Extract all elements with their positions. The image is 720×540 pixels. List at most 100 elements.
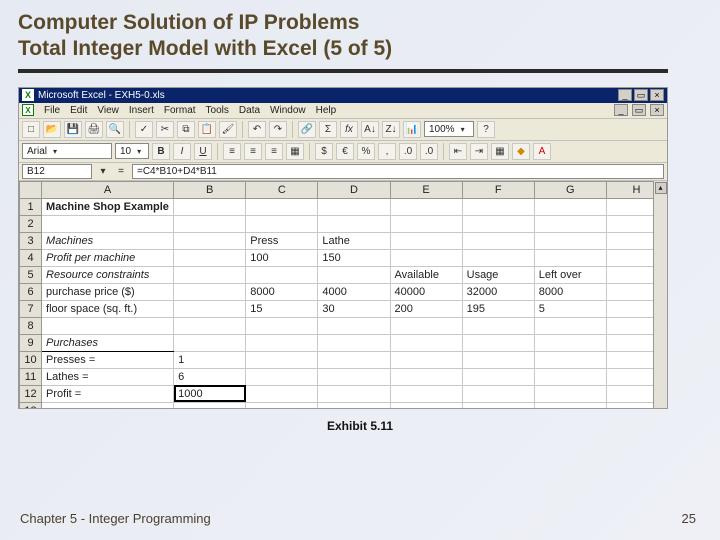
- cell-B8[interactable]: [174, 317, 246, 334]
- cell-F3[interactable]: [462, 232, 534, 249]
- col-header-F[interactable]: F: [462, 181, 534, 198]
- cell-D9[interactable]: [318, 334, 390, 351]
- menu-data[interactable]: Data: [239, 105, 260, 116]
- bold-icon[interactable]: B: [152, 143, 170, 160]
- row-header-13[interactable]: 13: [20, 402, 42, 408]
- row-header-3[interactable]: 3: [20, 232, 42, 249]
- cell-E10[interactable]: [390, 351, 462, 368]
- borders-icon[interactable]: ▦: [491, 143, 509, 160]
- euro-icon[interactable]: €: [336, 143, 354, 160]
- cell-D4[interactable]: 150: [318, 249, 390, 266]
- row-header-5[interactable]: 5: [20, 266, 42, 283]
- open-icon[interactable]: 📂: [43, 121, 61, 138]
- cell-F6[interactable]: 32000: [462, 283, 534, 300]
- cell-F5[interactable]: Usage: [462, 266, 534, 283]
- chart-icon[interactable]: 📊: [403, 121, 421, 138]
- sort-desc-icon[interactable]: Z↓: [382, 121, 400, 138]
- cell-D6[interactable]: 4000: [318, 283, 390, 300]
- row-header-6[interactable]: 6: [20, 283, 42, 300]
- cell-B11[interactable]: 6: [174, 368, 246, 385]
- cell-C8[interactable]: [246, 317, 318, 334]
- currency-icon[interactable]: $: [315, 143, 333, 160]
- cell-A10[interactable]: Presses =: [42, 351, 174, 368]
- row-header-1[interactable]: 1: [20, 198, 42, 215]
- cell-G13[interactable]: [534, 402, 606, 408]
- formula-bar[interactable]: =C4*B10+D4*B11: [132, 164, 664, 179]
- format-painter-icon[interactable]: 🖌: [219, 121, 237, 138]
- cell-C4[interactable]: 100: [246, 249, 318, 266]
- dec-indent-icon[interactable]: ⇤: [449, 143, 467, 160]
- cell-B4[interactable]: [174, 249, 246, 266]
- row-header-2[interactable]: 2: [20, 215, 42, 232]
- menu-file[interactable]: File: [44, 105, 60, 116]
- cell-C11[interactable]: [246, 368, 318, 385]
- cell-D1[interactable]: [318, 198, 390, 215]
- menu-help[interactable]: Help: [316, 105, 337, 116]
- italic-icon[interactable]: I: [173, 143, 191, 160]
- cell-B9[interactable]: [174, 334, 246, 351]
- cell-B1[interactable]: [174, 198, 246, 215]
- col-header-A[interactable]: A: [42, 181, 174, 198]
- cell-D8[interactable]: [318, 317, 390, 334]
- row-header-10[interactable]: 10: [20, 351, 42, 368]
- cell-F1[interactable]: [462, 198, 534, 215]
- cell-G10[interactable]: [534, 351, 606, 368]
- cell-C5[interactable]: [246, 266, 318, 283]
- cell-F12[interactable]: [462, 385, 534, 402]
- cell-A4[interactable]: Profit per machine: [42, 249, 174, 266]
- cell-E11[interactable]: [390, 368, 462, 385]
- col-header-E[interactable]: E: [390, 181, 462, 198]
- paste-icon[interactable]: 📋: [198, 121, 216, 138]
- cell-E9[interactable]: [390, 334, 462, 351]
- cell-B12[interactable]: 1000: [174, 385, 246, 402]
- cell-E4[interactable]: [390, 249, 462, 266]
- doc-restore-button[interactable]: ▭: [632, 104, 646, 116]
- cell-F9[interactable]: [462, 334, 534, 351]
- doc-close-button[interactable]: ×: [650, 104, 664, 116]
- cell-G2[interactable]: [534, 215, 606, 232]
- inc-decimal-icon[interactable]: .0: [399, 143, 417, 160]
- scroll-up-icon[interactable]: ▴: [655, 182, 667, 194]
- row-header-7[interactable]: 7: [20, 300, 42, 317]
- cell-C12[interactable]: [246, 385, 318, 402]
- restore-button[interactable]: ▭: [634, 89, 648, 101]
- fill-color-icon[interactable]: ◆: [512, 143, 530, 160]
- cell-F2[interactable]: [462, 215, 534, 232]
- align-right-icon[interactable]: ≡: [265, 143, 283, 160]
- cell-A3[interactable]: Machines: [42, 232, 174, 249]
- cell-E13[interactable]: [390, 402, 462, 408]
- cell-E8[interactable]: [390, 317, 462, 334]
- cell-C7[interactable]: 15: [246, 300, 318, 317]
- cell-C3[interactable]: Press: [246, 232, 318, 249]
- name-box[interactable]: B12: [22, 164, 92, 179]
- cell-B5[interactable]: [174, 266, 246, 283]
- cell-F4[interactable]: [462, 249, 534, 266]
- menu-edit[interactable]: Edit: [70, 105, 87, 116]
- redo-icon[interactable]: ↷: [269, 121, 287, 138]
- row-header-12[interactable]: 12: [20, 385, 42, 402]
- cell-G1[interactable]: [534, 198, 606, 215]
- save-icon[interactable]: 💾: [64, 121, 82, 138]
- percent-icon[interactable]: %: [357, 143, 375, 160]
- cell-F8[interactable]: [462, 317, 534, 334]
- cell-D11[interactable]: [318, 368, 390, 385]
- cell-A9[interactable]: Purchases: [42, 334, 174, 351]
- cell-E6[interactable]: 40000: [390, 283, 462, 300]
- col-header-G[interactable]: G: [534, 181, 606, 198]
- cell-D5[interactable]: [318, 266, 390, 283]
- cell-D10[interactable]: [318, 351, 390, 368]
- cell-G12[interactable]: [534, 385, 606, 402]
- cell-B6[interactable]: [174, 283, 246, 300]
- worksheet-grid[interactable]: ABCDEFGH1Machine Shop Example23MachinesP…: [19, 181, 667, 408]
- menu-window[interactable]: Window: [270, 105, 306, 116]
- cell-G4[interactable]: [534, 249, 606, 266]
- cell-C6[interactable]: 8000: [246, 283, 318, 300]
- cell-A5[interactable]: Resource constraints: [42, 266, 174, 283]
- merge-icon[interactable]: ▦: [286, 143, 304, 160]
- cell-B13[interactable]: [174, 402, 246, 408]
- cell-F10[interactable]: [462, 351, 534, 368]
- close-button[interactable]: ×: [650, 89, 664, 101]
- spell-icon[interactable]: ✓: [135, 121, 153, 138]
- minimize-button[interactable]: _: [618, 89, 632, 101]
- cell-A8[interactable]: [42, 317, 174, 334]
